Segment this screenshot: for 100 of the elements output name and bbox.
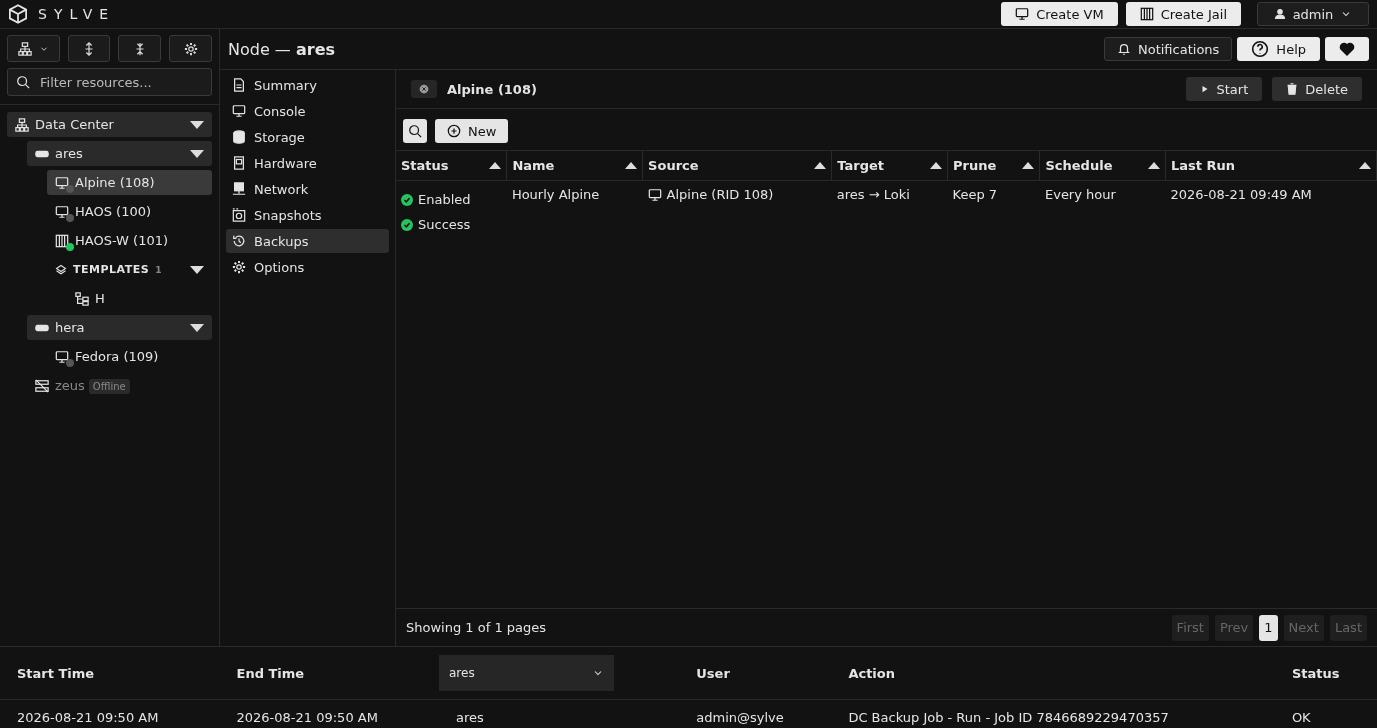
column-header: Action	[831, 647, 1275, 700]
column-header: Start Time	[0, 647, 220, 700]
tree-structure-icon	[75, 291, 89, 306]
column-header[interactable]: Last Run	[1165, 150, 1377, 181]
gear-icon	[183, 41, 198, 56]
tree-item[interactable]: zeus Offline	[27, 373, 212, 398]
nav-item[interactable]: Backups	[226, 229, 389, 253]
tree-item[interactable]: H	[67, 286, 212, 311]
table-cell: DC Backup Job - Run - Job ID 7846689229470357	[848, 710, 1169, 725]
create-button[interactable]: Create VM	[1001, 2, 1118, 26]
column-header[interactable]: Name	[506, 150, 643, 181]
tree-item[interactable]: Fedora (109)	[47, 344, 212, 369]
tree-item[interactable]: TEMPLATES 1	[47, 257, 212, 282]
tree-item[interactable]: HAOS-W (101)	[47, 228, 212, 253]
column-header[interactable]: Schedule	[1039, 150, 1166, 181]
help-icon	[1251, 40, 1270, 58]
tree-item[interactable]: HAOS (100)	[47, 199, 212, 224]
table-cell: ares	[456, 710, 484, 725]
user-icon	[1273, 8, 1286, 20]
tree-item[interactable]: hera	[27, 315, 212, 340]
table-cell: ares → Loki	[836, 187, 910, 202]
nav-item[interactable]: Network	[226, 177, 389, 201]
create-button[interactable]: Create Jail	[1125, 2, 1241, 26]
monitor-icon	[232, 104, 246, 118]
database-icon	[232, 130, 246, 144]
page-title: Node — ares	[228, 39, 336, 59]
status-text: Success	[418, 217, 471, 232]
monitor-icon	[55, 175, 69, 190]
cube-icon	[8, 4, 28, 24]
trash-icon	[1286, 83, 1299, 95]
column-header[interactable]: Status	[396, 150, 507, 181]
search-box[interactable]: Filter resources...	[7, 68, 212, 96]
caret-icon[interactable]	[190, 265, 204, 274]
monitor-icon	[647, 187, 662, 202]
bell-icon	[1117, 42, 1131, 56]
table-cell: Hourly Alpine	[511, 187, 600, 202]
document-icon	[232, 78, 246, 92]
column-header[interactable]: Source	[642, 150, 832, 181]
plus-circle-icon	[447, 124, 461, 138]
column-header[interactable]: Prune	[947, 150, 1040, 181]
close-tab-button[interactable]	[411, 80, 437, 98]
monitor-icon	[1015, 7, 1030, 21]
table-cell: Keep 7	[952, 187, 998, 202]
column-header: Status	[1274, 647, 1377, 700]
panel-title: Alpine (108)	[447, 81, 538, 97]
bars-icon	[1139, 7, 1154, 21]
caret-icon[interactable]	[190, 149, 204, 158]
nav-item[interactable]: Console	[226, 99, 389, 123]
search-icon	[16, 75, 30, 89]
table-cell: 2026-08-21 09:50 AM	[17, 710, 159, 725]
monitor-icon	[55, 204, 69, 219]
nav-item[interactable]: Summary	[226, 73, 389, 97]
brand-name: SYLVE	[38, 6, 116, 22]
tree-item[interactable]: ares	[27, 141, 212, 166]
search-button[interactable]	[403, 119, 427, 143]
notifications-button[interactable]: Notifications	[1104, 37, 1233, 61]
expand-button[interactable]	[67, 35, 111, 62]
tree-item[interactable]: Alpine (108)	[47, 170, 212, 195]
search-field[interactable]: Filter resources...	[38, 73, 192, 91]
check-icon	[401, 193, 413, 206]
column-header[interactable]: Target	[831, 150, 948, 181]
new-button[interactable]: New	[435, 119, 509, 143]
collapse-button[interactable]	[118, 35, 162, 62]
settings-button[interactable]	[169, 35, 212, 62]
close-icon	[419, 84, 429, 94]
nav-item[interactable]: Hardware	[226, 151, 389, 175]
table-cell: Every hour	[1044, 187, 1116, 202]
nav-item[interactable]: Options	[226, 255, 389, 279]
nav-item[interactable]: Snapshots	[226, 203, 389, 227]
node-select[interactable]: ares	[439, 655, 614, 691]
gear-icon	[232, 260, 246, 274]
table-cell: 2026-08-21 09:49 AM	[1170, 187, 1312, 202]
page-button[interactable]: 1	[1259, 614, 1278, 641]
caret-icon[interactable]	[190, 120, 204, 129]
history-icon	[232, 234, 246, 248]
help-button[interactable]: Help	[1237, 37, 1320, 61]
caret-icon[interactable]	[190, 323, 204, 332]
sitemap-icon	[17, 41, 32, 56]
server-offline-icon	[35, 378, 49, 393]
table-cell: Alpine (RID 108)	[666, 187, 774, 202]
network-icon	[232, 182, 246, 196]
camera-icon	[232, 208, 246, 222]
action-button[interactable]: Delete	[1272, 77, 1362, 101]
heart-icon	[1339, 41, 1355, 57]
search-icon	[408, 124, 422, 138]
tree-item[interactable]: Data Center	[7, 112, 212, 137]
chip-icon	[232, 156, 246, 170]
table-cell: OK	[1291, 710, 1311, 725]
bars-icon	[55, 233, 69, 248]
action-button[interactable]: Start	[1185, 77, 1263, 101]
layers-icon	[55, 263, 67, 276]
nav-item[interactable]: Storage	[226, 125, 389, 149]
tree-view-button[interactable]	[7, 35, 60, 62]
page-info: Showing 1 of 1 pages	[406, 620, 548, 635]
user-menu[interactable]: admin	[1257, 2, 1369, 26]
check-icon	[401, 218, 413, 231]
favorite-button[interactable]	[1325, 37, 1369, 61]
monitor-icon	[55, 349, 69, 364]
status-text: Enabled	[418, 192, 471, 207]
table-cell: 2026-08-21 09:50 AM	[236, 710, 378, 725]
